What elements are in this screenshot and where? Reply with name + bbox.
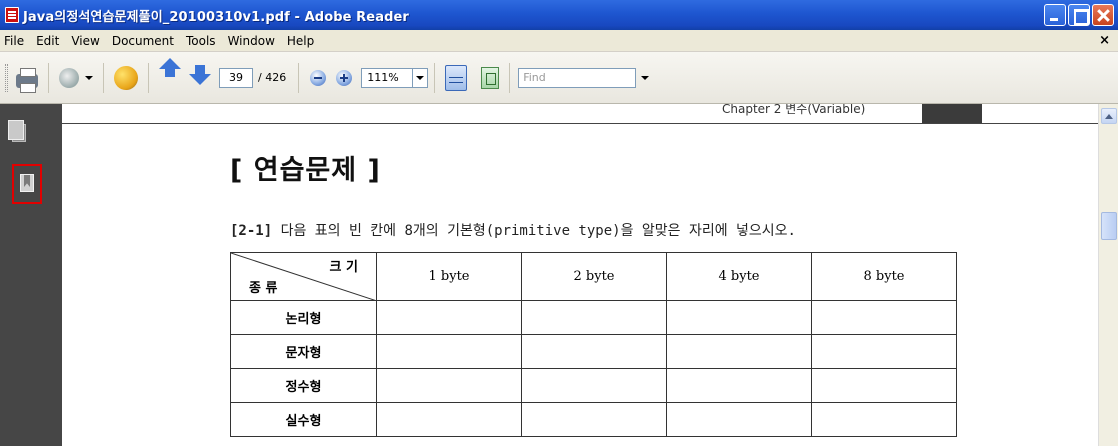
table-cell: [811, 334, 957, 369]
table-cell: [666, 300, 812, 335]
arrow-up-icon: [159, 57, 181, 77]
table-row: 정수형: [230, 368, 957, 403]
menu-file[interactable]: File: [0, 34, 30, 48]
next-page-button[interactable]: [189, 64, 211, 90]
menu-bar: File Edit View Document Tools Window Hel…: [0, 30, 1118, 52]
table-row: 논리형: [230, 300, 957, 335]
chapter-tab: [922, 104, 982, 123]
table-cell: [521, 402, 667, 437]
table-row: 실수형: [230, 402, 957, 437]
menu-edit[interactable]: Edit: [30, 34, 65, 48]
zoom-input[interactable]: 111%: [361, 67, 414, 88]
menu-view[interactable]: View: [65, 34, 105, 48]
zoom-dropdown[interactable]: [413, 67, 429, 88]
row-label: 실수형: [230, 402, 377, 437]
corner-top-label: 크 기: [329, 260, 358, 275]
table-cell: [376, 368, 522, 403]
navigation-pane: [0, 104, 62, 446]
column-header: 8 byte: [811, 252, 957, 301]
toolbar-separator: [434, 62, 436, 93]
toolbar-separator: [48, 62, 49, 93]
chevron-down-icon[interactable]: [641, 75, 650, 80]
row-label: 문자형: [230, 334, 377, 369]
table-cell: [666, 368, 812, 403]
fit-width-icon[interactable]: [481, 66, 500, 89]
toolbar-separator: [148, 62, 149, 93]
review-icon[interactable]: [114, 65, 138, 90]
corner-bottom-label: 종 류: [249, 281, 278, 296]
menu-document[interactable]: Document: [106, 34, 180, 48]
table-cell: [666, 402, 812, 437]
page-header-rule: [62, 123, 1098, 124]
zoom-in-icon[interactable]: [336, 69, 353, 86]
menu-tools[interactable]: Tools: [180, 34, 222, 48]
question-body: 다음 표의 빈 칸에 8개의 기본형(primitive type)을 알맞은 …: [272, 223, 796, 239]
title-bar: Java의정석연습문제풀이_20100310v1.pdf - Adobe Rea…: [0, 0, 1118, 30]
close-document-button[interactable]: ×: [1099, 33, 1110, 48]
pages-icon[interactable]: [8, 120, 26, 142]
table-cell: [811, 402, 957, 437]
chevron-down-icon[interactable]: [85, 75, 93, 80]
chevron-down-icon: [416, 75, 425, 80]
vertical-scrollbar[interactable]: [1098, 104, 1118, 446]
previous-page-button[interactable]: [159, 57, 181, 90]
collaborate-icon[interactable]: [59, 67, 79, 88]
scroll-up-button[interactable]: [1101, 108, 1117, 124]
table-cell: [811, 300, 957, 335]
menu-window[interactable]: Window: [222, 34, 281, 48]
row-label: 정수형: [230, 368, 377, 403]
table-cell: [521, 300, 667, 335]
bookmarks-highlight-box: [12, 164, 42, 204]
window-title: Java의정석연습문제풀이_20100310v1.pdf - Adobe Rea…: [23, 9, 409, 25]
minimize-button[interactable]: [1044, 4, 1066, 26]
row-label: 논리형: [230, 300, 377, 335]
fit-page-icon[interactable]: [445, 64, 468, 91]
scroll-thumb[interactable]: [1101, 212, 1117, 240]
table-corner-cell: 크 기 종 류: [230, 252, 377, 301]
section-title: [ 연습문제 ]: [230, 155, 381, 186]
table-cell: [811, 368, 957, 403]
table-cell: [376, 402, 522, 437]
page-total: / 426: [258, 71, 287, 84]
toolbar-grip[interactable]: [5, 63, 8, 92]
bookmark-icon[interactable]: [20, 174, 34, 192]
table-cell: [666, 334, 812, 369]
toolbar-separator: [298, 62, 300, 93]
zoom-out-icon[interactable]: [310, 69, 327, 86]
column-header: 4 byte: [666, 252, 812, 301]
maximize-button[interactable]: [1068, 4, 1090, 26]
column-header: 1 byte: [376, 252, 522, 301]
question-text: [2-1] 다음 표의 빈 칸에 8개의 기본형(primitive type)…: [230, 220, 796, 240]
close-button[interactable]: [1092, 4, 1114, 26]
table-cell: [376, 334, 522, 369]
toolbar-separator: [103, 62, 104, 93]
table-cell: [376, 300, 522, 335]
menu-help[interactable]: Help: [281, 34, 320, 48]
table-cell: [521, 334, 667, 369]
table-row: 문자형: [230, 334, 957, 369]
question-number: [2-1]: [230, 223, 273, 239]
find-input[interactable]: Find: [518, 67, 637, 88]
chapter-header: Chapter 2 변수(Variable): [722, 104, 866, 116]
page-number-input[interactable]: 39: [219, 67, 253, 88]
pdf-app-icon: [5, 7, 19, 23]
arrow-down-icon: [189, 64, 211, 85]
toolbar: 39 / 426 111% Find: [0, 52, 1118, 104]
toolbar-separator: [509, 62, 511, 93]
table-cell: [521, 368, 667, 403]
column-header: 2 byte: [521, 252, 667, 301]
primitive-types-table: 크 기 종 류 1 byte 2 byte 4 byte 8 byte 논리형 …: [230, 252, 957, 437]
printer-icon[interactable]: [16, 67, 38, 93]
